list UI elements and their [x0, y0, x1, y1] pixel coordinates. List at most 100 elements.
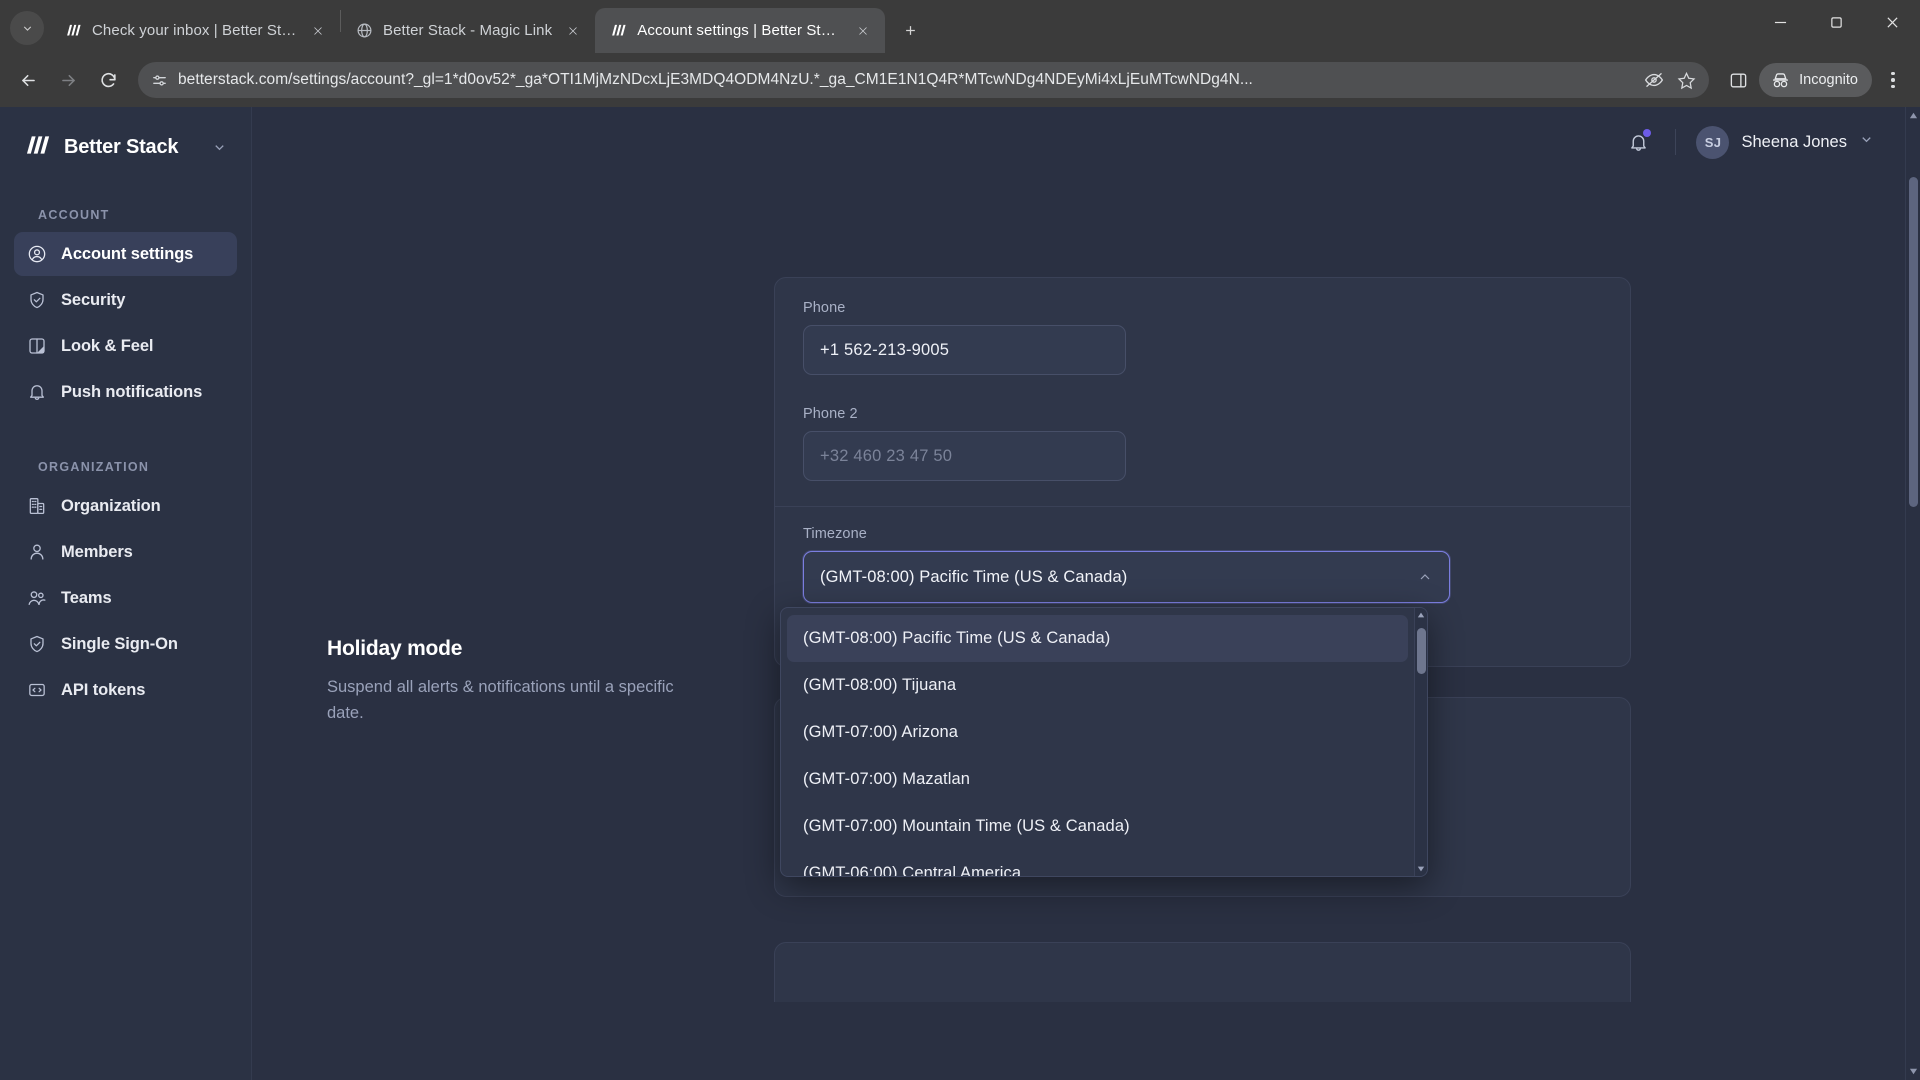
timezone-option[interactable]: (GMT-07:00) Mountain Time (US & Canada)	[787, 803, 1408, 850]
brand-name: Better Stack	[64, 136, 179, 158]
user-name: Sheena Jones	[1741, 132, 1847, 151]
holiday-mode-title: Holiday mode	[327, 637, 463, 660]
sidebar-item-teams[interactable]: Teams	[14, 576, 237, 620]
close-icon	[569, 26, 578, 35]
caret-down-icon	[1909, 1068, 1917, 1075]
chevron-down-icon	[215, 145, 224, 151]
scrollbar-thumb[interactable]	[1417, 628, 1426, 674]
side-panel-icon	[1730, 72, 1746, 88]
browser-tab[interactable]: Better Stack - Magic Link	[341, 8, 595, 53]
bookmark-star-icon[interactable]	[1675, 69, 1697, 91]
user-menu-button[interactable]: SJ Sheena Jones	[1696, 125, 1874, 159]
sidebar-item-api-tokens[interactable]: API tokens	[14, 668, 237, 712]
sidebar-item-label: Account settings	[61, 244, 194, 263]
main-content: SJ Sheena Jones Phone +1 562-213-9005 Ph…	[252, 107, 1920, 1080]
shield-check-icon	[26, 290, 47, 311]
tab-search-button[interactable]	[10, 11, 44, 45]
page-scroll-down-button[interactable]	[1906, 1063, 1920, 1080]
phone2-input[interactable]: +32 460 23 47 50	[803, 431, 1126, 481]
timezone-field-group: Timezone (GMT-08:00) Pacific Time (US & …	[803, 526, 1450, 603]
globe-icon	[355, 21, 374, 40]
sidebar-item-security[interactable]: Security	[14, 278, 237, 322]
menu-dot	[1891, 78, 1895, 82]
browser-menu-button[interactable]	[1876, 63, 1910, 97]
close-icon	[314, 26, 322, 35]
incognito-indicator[interactable]: Incognito	[1759, 63, 1872, 97]
timezone-option[interactable]: (GMT-06:00) Central America	[787, 850, 1408, 876]
timezone-option[interactable]: (GMT-08:00) Tijuana	[787, 662, 1408, 709]
page-scroll-up-button[interactable]	[1906, 107, 1920, 124]
page-scrollbar-thumb[interactable]	[1909, 177, 1918, 507]
timezone-option-list: (GMT-08:00) Pacific Time (US & Canada) (…	[781, 608, 1414, 876]
timezone-option[interactable]: (GMT-07:00) Mazatlan	[787, 756, 1408, 803]
building-icon	[26, 496, 47, 517]
sidebar-item-label: Organization	[61, 496, 161, 515]
minimize-icon	[1774, 21, 1786, 24]
holiday-mode-section: Holiday mode Suspend all alerts & notifi…	[327, 637, 687, 726]
phone2-field-group: Phone 2 +32 460 23 47 50	[803, 406, 1126, 481]
timezone-select[interactable]: (GMT-08:00) Pacific Time (US & Canada)	[803, 551, 1450, 603]
browser-tab-active[interactable]: Account settings | Better Stack	[595, 8, 886, 53]
incognito-label: Incognito	[1799, 72, 1858, 88]
sidebar-item-push-notifications[interactable]: Push notifications	[14, 370, 237, 414]
browser-tab[interactable]: Check your inbox | Better Stack	[50, 8, 340, 53]
sidebar-item-label: API tokens	[61, 680, 146, 699]
chevron-down-icon	[1859, 132, 1874, 152]
card-divider	[775, 506, 1630, 507]
topbar-divider	[1675, 129, 1677, 155]
page-topbar: SJ Sheena Jones	[252, 107, 1920, 177]
next-section-card	[774, 942, 1631, 1002]
better-stack-logo-icon	[609, 21, 628, 40]
incognito-icon	[1773, 72, 1789, 87]
address-bar[interactable]: betterstack.com/settings/account?_gl=1*d…	[138, 62, 1710, 98]
sidebar-item-label: Single Sign-On	[61, 634, 178, 653]
page-scrollbar[interactable]	[1905, 107, 1920, 1080]
code-brackets-icon	[26, 680, 47, 701]
phone-input[interactable]: +1 562-213-9005	[803, 325, 1126, 375]
dropdown-scrollbar[interactable]	[1414, 608, 1427, 876]
site-settings-icon[interactable]	[150, 71, 168, 89]
sidebar-item-account-settings[interactable]: Account settings	[14, 232, 237, 276]
close-window-button[interactable]	[1864, 0, 1920, 45]
scroll-down-button[interactable]	[1415, 862, 1427, 876]
sidebar-section-label-organization: ORGANIZATION	[38, 460, 150, 474]
sidebar-item-organization[interactable]: Organization	[14, 484, 237, 528]
sidebar: Better Stack ACCOUNT Account settings Se…	[0, 107, 252, 1080]
maximize-icon	[1830, 17, 1842, 28]
window-controls	[1752, 0, 1920, 53]
notifications-button[interactable]	[1621, 125, 1655, 159]
tab-close-button[interactable]	[306, 19, 330, 43]
side-panel-button[interactable]	[1721, 63, 1755, 97]
timezone-option[interactable]: (GMT-08:00) Pacific Time (US & Canada)	[787, 615, 1408, 662]
tab-title: Check your inbox | Better Stack	[92, 22, 297, 39]
timezone-option[interactable]: (GMT-07:00) Arizona	[787, 709, 1408, 756]
workspace-switcher-button[interactable]	[212, 140, 227, 155]
shield-check-icon	[26, 634, 47, 655]
notification-badge	[1643, 129, 1652, 137]
tab-title: Better Stack - Magic Link	[383, 22, 553, 39]
plus-icon	[905, 25, 915, 35]
phone2-label: Phone 2	[803, 406, 858, 422]
menu-dot	[1891, 71, 1895, 76]
timezone-dropdown[interactable]: (GMT-08:00) Pacific Time (US & Canada) (…	[780, 607, 1428, 877]
tab-close-button[interactable]	[851, 19, 875, 43]
brand-header[interactable]: Better Stack	[14, 107, 237, 162]
back-button[interactable]	[10, 62, 46, 98]
page-viewport: Better Stack ACCOUNT Account settings Se…	[0, 107, 1920, 1080]
sidebar-item-look-and-feel[interactable]: Look & Feel	[14, 324, 237, 368]
user-circle-icon	[26, 244, 47, 265]
maximize-button[interactable]	[1808, 0, 1864, 45]
sidebar-item-label: Teams	[61, 588, 112, 607]
sidebar-item-single-sign-on[interactable]: Single Sign-On	[14, 622, 237, 666]
users-icon	[26, 588, 47, 609]
reload-button[interactable]	[90, 62, 126, 98]
tracking-protection-icon[interactable]	[1643, 69, 1665, 91]
new-tab-button[interactable]	[893, 13, 927, 47]
sidebar-item-members[interactable]: Members	[14, 530, 237, 574]
scroll-up-button[interactable]	[1415, 608, 1427, 622]
forward-button[interactable]	[50, 62, 86, 98]
tab-close-button[interactable]	[561, 19, 585, 43]
minimize-button[interactable]	[1752, 0, 1808, 45]
omnibox-actions	[1643, 69, 1697, 91]
settings-content: Phone +1 562-213-9005 Phone 2 +32 460 23…	[252, 177, 1920, 1080]
